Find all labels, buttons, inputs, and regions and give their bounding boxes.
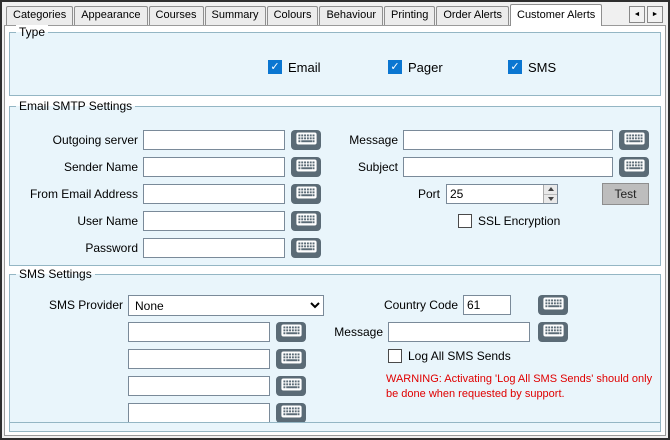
ssl-checkbox-row: SSL Encryption: [458, 213, 560, 229]
tab-scroll-buttons: ◄ ►: [629, 6, 663, 23]
port-input[interactable]: [447, 185, 543, 203]
password-input[interactable]: [143, 238, 285, 258]
tab-printing[interactable]: Printing: [384, 6, 436, 25]
from-email-keyboard-button[interactable]: [291, 184, 321, 204]
customer-alerts-dialog: Categories Appearance Courses Summary Co…: [0, 0, 670, 440]
sms-extra-input-1[interactable]: [128, 322, 270, 342]
bottom-panel: [9, 422, 661, 432]
keyboard-icon: [295, 240, 317, 256]
country-code-label: Country Code: [383, 298, 458, 312]
sms-provider-select[interactable]: None: [128, 295, 324, 316]
spin-down-button[interactable]: [544, 193, 557, 203]
type-group-title: Type: [16, 25, 49, 39]
sms-warning-text: WARNING: Activating 'Log All SMS Sends' …: [386, 373, 653, 400]
spin-up-icon: [547, 187, 554, 192]
country-code-input[interactable]: [463, 295, 511, 315]
password-keyboard-button[interactable]: [291, 238, 321, 258]
smtp-settings-group: Email SMTP Settings Outgoing server Send…: [9, 99, 661, 266]
sms-settings-group: SMS Settings SMS Provider None Country C…: [9, 267, 661, 424]
keyboard-icon: [280, 378, 302, 394]
smtp-message-keyboard-button[interactable]: [619, 130, 649, 150]
sms-message-label: Message: [334, 325, 383, 339]
user-name-input[interactable]: [143, 211, 285, 231]
port-spinner: [446, 184, 558, 204]
ssl-encryption-checkbox[interactable]: [458, 214, 472, 228]
sms-checkbox[interactable]: [508, 60, 522, 74]
sms-extra-input-4[interactable]: [128, 403, 270, 423]
customer-alerts-page: Type Email Pager SMS Email SMTP Settings…: [4, 25, 666, 436]
pager-checkbox-label: Pager: [408, 59, 443, 75]
sms-extra-2-keyboard-button[interactable]: [276, 349, 306, 369]
country-code-keyboard-button[interactable]: [538, 295, 568, 315]
keyboard-icon: [295, 213, 317, 229]
pager-checkbox[interactable]: [388, 60, 402, 74]
sms-message-input[interactable]: [388, 322, 530, 342]
keyboard-icon: [280, 405, 302, 421]
keyboard-icon: [295, 186, 317, 202]
user-name-keyboard-button[interactable]: [291, 211, 321, 231]
tab-scroll-left-icon[interactable]: ◄: [629, 6, 645, 23]
spin-down-icon: [547, 196, 554, 201]
sms-extra-4-keyboard-button[interactable]: [276, 403, 306, 423]
sender-name-label: Sender Name: [63, 160, 138, 174]
pager-checkbox-row: Pager: [388, 59, 443, 75]
log-sms-checkbox-row: Log All SMS Sends: [388, 348, 511, 364]
outgoing-server-label: Outgoing server: [52, 133, 138, 147]
sms-message-keyboard-button[interactable]: [538, 322, 568, 342]
sms-extra-input-2[interactable]: [128, 349, 270, 369]
tab-scroll-right-icon[interactable]: ►: [647, 6, 663, 23]
ssl-encryption-label: SSL Encryption: [478, 214, 561, 228]
from-email-input[interactable]: [143, 184, 285, 204]
tab-appearance[interactable]: Appearance: [74, 6, 148, 25]
port-label: Port: [417, 187, 440, 201]
tab-summary[interactable]: Summary: [204, 6, 266, 25]
email-checkbox-label: Email: [288, 59, 321, 75]
tab-colours[interactable]: Colours: [266, 6, 319, 25]
email-checkbox[interactable]: [268, 60, 282, 74]
log-all-sms-checkbox[interactable]: [388, 349, 402, 363]
tab-order-alerts[interactable]: Order Alerts: [436, 6, 509, 25]
keyboard-icon: [623, 132, 645, 148]
subject-input[interactable]: [403, 157, 613, 177]
sms-extra-input-3[interactable]: [128, 376, 270, 396]
keyboard-icon: [280, 351, 302, 367]
user-name-label: User Name: [77, 214, 138, 228]
tab-courses[interactable]: Courses: [148, 6, 204, 25]
keyboard-icon: [280, 324, 302, 340]
tab-strip: Categories Appearance Courses Summary Co…: [4, 4, 628, 26]
smtp-group-title: Email SMTP Settings: [16, 99, 136, 113]
from-email-label: From Email Address: [29, 187, 138, 201]
sms-extra-1-keyboard-button[interactable]: [276, 322, 306, 342]
test-button[interactable]: Test: [602, 183, 649, 205]
email-checkbox-row: Email: [268, 59, 321, 75]
tab-behaviour[interactable]: Behaviour: [319, 6, 384, 25]
subject-keyboard-button[interactable]: [619, 157, 649, 177]
keyboard-icon: [542, 324, 564, 340]
subject-label: Subject: [357, 160, 398, 174]
sms-provider-label: SMS Provider: [48, 298, 123, 312]
log-all-sms-label: Log All SMS Sends: [408, 349, 511, 363]
outgoing-server-input[interactable]: [143, 130, 285, 150]
keyboard-icon: [623, 159, 645, 175]
password-label: Password: [85, 241, 138, 255]
sms-group-title: SMS Settings: [16, 267, 95, 281]
tab-customer-alerts[interactable]: Customer Alerts: [510, 4, 603, 26]
sms-checkbox-label: SMS: [528, 59, 557, 75]
tab-categories[interactable]: Categories: [6, 6, 74, 25]
smtp-message-label: Message: [349, 133, 398, 147]
sender-name-input[interactable]: [143, 157, 285, 177]
keyboard-icon: [542, 297, 564, 313]
sms-checkbox-row: SMS: [508, 59, 556, 75]
smtp-message-input[interactable]: [403, 130, 613, 150]
port-spin-buttons: [543, 185, 557, 203]
sms-extra-3-keyboard-button[interactable]: [276, 376, 306, 396]
spin-up-button[interactable]: [544, 185, 557, 194]
type-group: Type Email Pager SMS: [9, 25, 661, 96]
